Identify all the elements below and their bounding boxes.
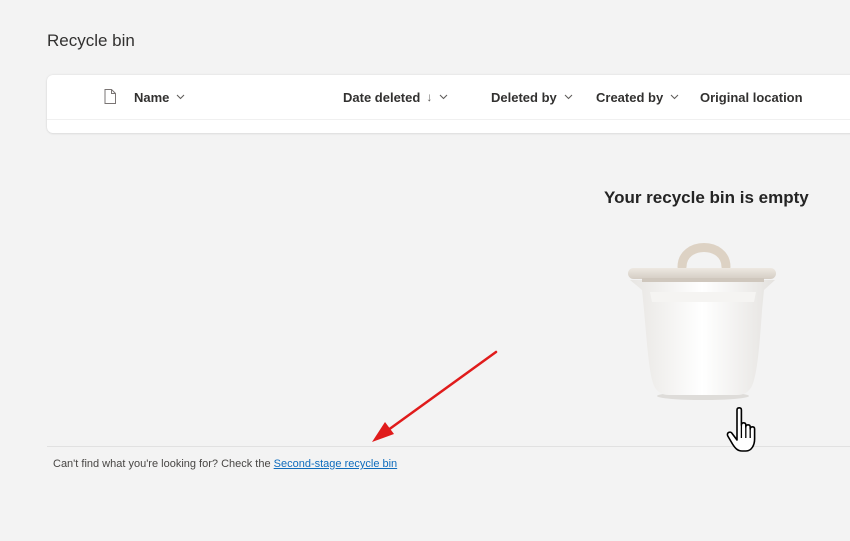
column-header-original-location-label: Original location: [700, 89, 803, 105]
chevron-down-icon: [439, 94, 448, 100]
file-type-icon[interactable]: [104, 89, 116, 109]
chevron-down-icon: [670, 94, 679, 100]
chevron-down-icon: [176, 94, 185, 100]
list-header-row: Name Date deleted ↓ Deleted by Created b…: [47, 75, 850, 120]
column-header-deleted-by-label: Deleted by: [491, 89, 557, 105]
column-header-deleted-by[interactable]: Deleted by: [491, 75, 573, 119]
chevron-down-icon: [564, 94, 573, 100]
hand-pointer-icon: [726, 407, 756, 452]
column-header-name[interactable]: Name: [134, 75, 185, 119]
page-title: Recycle bin: [47, 31, 135, 50]
sort-descending-icon: ↓: [426, 90, 433, 104]
column-header-original-location[interactable]: Original location: [700, 75, 803, 119]
empty-state-title: Your recycle bin is empty: [604, 188, 809, 207]
column-header-date-deleted[interactable]: Date deleted ↓: [343, 75, 448, 119]
second-stage-recycle-bin-link[interactable]: Second-stage recycle bin: [274, 458, 398, 470]
recycle-bin-icon: [622, 238, 788, 408]
red-arrow-icon: [372, 350, 498, 442]
column-header-date-deleted-label: Date deleted: [343, 89, 421, 105]
recycle-bin-list: Name Date deleted ↓ Deleted by Created b…: [47, 75, 850, 133]
column-header-created-by-label: Created by: [596, 89, 664, 105]
column-header-created-by[interactable]: Created by: [596, 75, 679, 119]
footer-message: Can't find what you're looking for? Chec…: [53, 458, 397, 470]
footer-text: Can't find what you're looking for? Chec…: [53, 458, 274, 470]
column-header-name-label: Name: [134, 89, 170, 105]
